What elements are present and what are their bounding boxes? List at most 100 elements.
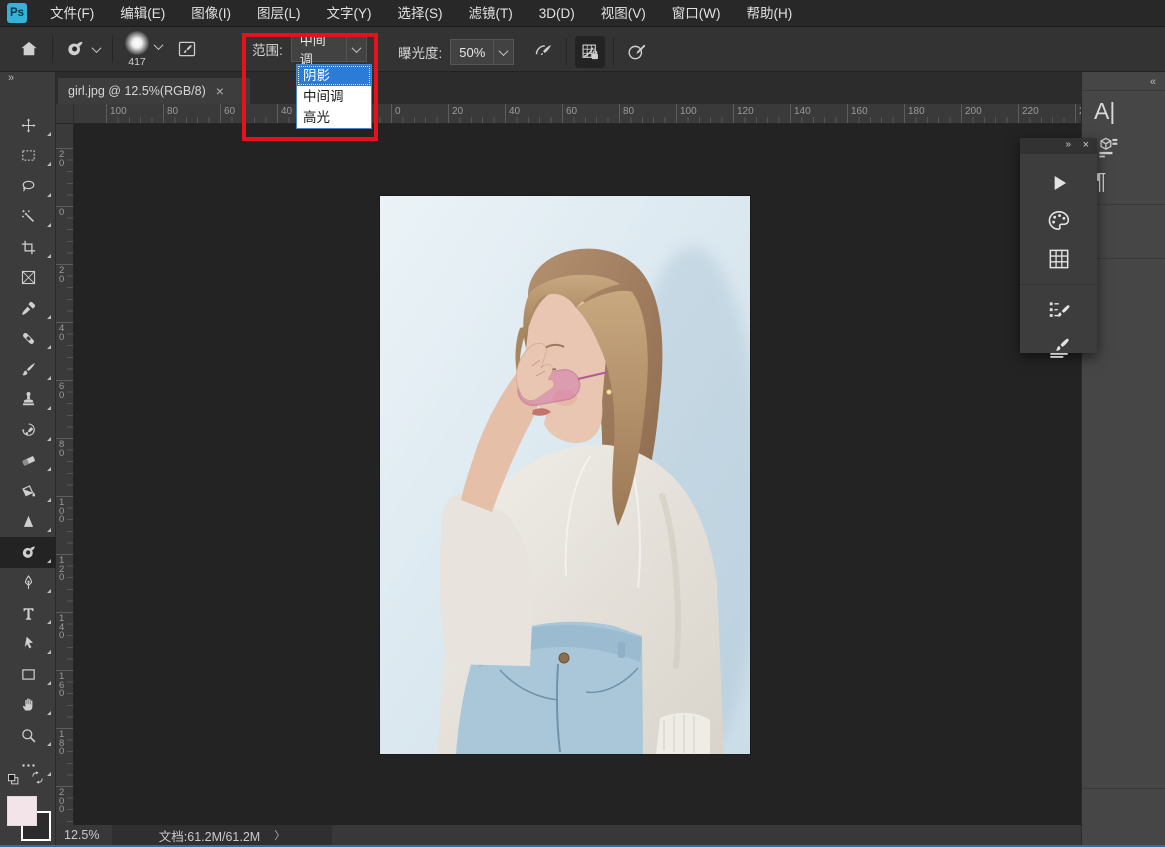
menu-item[interactable]: 选择(S) — [385, 0, 456, 27]
lasso-tool[interactable] — [0, 171, 56, 202]
document-tab-title: girl.jpg @ 12.5%(RGB/8) — [68, 84, 206, 98]
ruler-number: 0 — [395, 106, 401, 117]
ruler-number: 20 — [452, 106, 463, 117]
exposure-value: 50% — [451, 45, 493, 60]
frame-tool[interactable] — [0, 263, 56, 294]
tab-close-icon[interactable]: × — [216, 84, 224, 98]
ruler-number: 160 — [851, 106, 868, 117]
move-tool[interactable] — [0, 110, 56, 141]
menu-item[interactable]: 文字(Y) — [314, 0, 385, 27]
grid-icon[interactable] — [1046, 246, 1072, 272]
sharpen-tool[interactable] — [0, 507, 56, 538]
dock-collapse-button[interactable]: « — [1150, 76, 1157, 88]
3d-panel[interactable] — [1094, 134, 1120, 165]
eyedropper-tool[interactable] — [0, 293, 56, 324]
character-panel[interactable]: A| — [1094, 98, 1115, 125]
crop-tool[interactable] — [0, 232, 56, 263]
menu-item[interactable]: 图像(I) — [178, 0, 244, 27]
default-colors-icon[interactable] — [6, 772, 21, 787]
frame-tool-icon — [20, 269, 37, 286]
ruler-number: 8 0 — [59, 441, 64, 458]
home-button[interactable] — [14, 33, 44, 65]
airbrush-icon — [533, 42, 554, 63]
paint-bucket-tool-icon — [20, 483, 37, 500]
document-tab[interactable]: girl.jpg @ 12.5%(RGB/8) × — [58, 78, 250, 104]
type-tool[interactable] — [0, 598, 56, 629]
burn-tool-icon — [20, 544, 37, 561]
magic-wand-tool-icon — [20, 208, 37, 225]
brushes-icon[interactable] — [1046, 335, 1072, 361]
toolbar: » — [0, 72, 56, 847]
menu-item[interactable]: 帮助(H) — [733, 0, 805, 27]
swap-colors-icon[interactable] — [30, 770, 45, 785]
airbrush-toggle[interactable] — [528, 36, 558, 68]
brush-preview — [125, 31, 149, 55]
menu-item[interactable]: 3D(D) — [526, 0, 588, 27]
dropdown-option[interactable]: 阴影 — [297, 65, 371, 86]
zoom-tool[interactable] — [0, 720, 56, 751]
ruler-number: 200 — [965, 106, 982, 117]
dropdown-option[interactable]: 中间调 — [297, 86, 371, 107]
pressure-icon — [627, 42, 648, 63]
zoom-level-field[interactable]: 12.5% — [64, 828, 110, 842]
ruler-number: 1 8 0 — [59, 731, 64, 757]
exposure-select[interactable]: 50% — [450, 39, 514, 65]
canvas-area[interactable] — [74, 124, 1081, 825]
menu-item[interactable]: 文件(F) — [37, 0, 107, 27]
eraser-tool[interactable] — [0, 446, 56, 477]
horizontal-ruler[interactable]: 1008060402002040608010012014016018020022… — [56, 104, 1081, 124]
floating-panel-header[interactable]: » × — [1020, 138, 1097, 154]
home-icon — [19, 39, 39, 59]
clone-stamp-tool[interactable] — [0, 385, 56, 416]
brush-size: 417 — [128, 56, 146, 68]
brush-panel-icon — [177, 39, 197, 59]
range-select[interactable]: 中间调 — [291, 36, 367, 62]
document-size-text: 文档:61.2M/61.2M — [159, 826, 260, 845]
status-expand-icon[interactable]: 〉 — [274, 827, 285, 843]
brush-tool[interactable] — [0, 354, 56, 385]
panel-collapse-button[interactable]: » — [1065, 139, 1071, 150]
actions-play-icon[interactable] — [1046, 170, 1072, 196]
options-bar: 417 范围: 中间调 曝光度: 50% — [0, 27, 1165, 72]
tool-preset-button[interactable] — [61, 33, 104, 65]
rectangle-tool[interactable] — [0, 659, 56, 690]
path-selection-tool-icon — [20, 635, 37, 652]
brush-settings-icon[interactable] — [1046, 297, 1072, 323]
document-info[interactable]: 文档:61.2M/61.2M 〉 — [112, 825, 332, 845]
ruler-number: 1 4 0 — [59, 615, 64, 641]
palette-icon[interactable] — [1046, 208, 1072, 234]
photoshop-logo-icon: Ps — [7, 3, 27, 23]
foreground-color-swatch[interactable] — [7, 796, 37, 826]
vertical-ruler[interactable]: 2 002 04 06 08 01 0 01 2 01 4 01 6 01 8 … — [56, 124, 74, 825]
range-value: 中间调 — [292, 30, 346, 68]
menu-item[interactable]: 编辑(E) — [107, 0, 178, 27]
menu-item[interactable]: 图层(L) — [244, 0, 314, 27]
menu-bar: Ps 文件(F)编辑(E)图像(I)图层(L)文字(Y)选择(S)滤镜(T)3D… — [0, 0, 1165, 27]
menu-item[interactable]: 滤镜(T) — [456, 0, 526, 27]
history-brush-tool-icon — [20, 422, 37, 439]
toolbar-collapse-button[interactable]: » — [8, 72, 15, 84]
protect-tones-toggle[interactable] — [575, 36, 605, 68]
path-selection-tool[interactable] — [0, 629, 56, 660]
pen-tool[interactable] — [0, 568, 56, 599]
eyedropper-tool-icon — [20, 300, 37, 317]
marquee-tool[interactable] — [0, 141, 56, 172]
hand-tool[interactable] — [0, 690, 56, 721]
healing-brush-tool-icon — [20, 330, 37, 347]
pressure-size-toggle[interactable] — [622, 36, 652, 68]
healing-brush-tool[interactable] — [0, 324, 56, 355]
marquee-tool-icon — [20, 147, 37, 164]
brush-preset-picker[interactable]: 417 — [121, 30, 166, 68]
menu-items: 文件(F)编辑(E)图像(I)图层(L)文字(Y)选择(S)滤镜(T)3D(D)… — [37, 0, 805, 27]
burn-tool[interactable] — [0, 537, 56, 568]
panel-close-icon[interactable]: × — [1083, 139, 1089, 151]
menu-item[interactable]: 视图(V) — [588, 0, 659, 27]
toggle-brush-settings-button[interactable] — [172, 33, 202, 65]
exposure-label: 曝光度: — [398, 42, 442, 62]
paint-bucket-tool[interactable] — [0, 476, 56, 507]
history-brush-tool[interactable] — [0, 415, 56, 446]
menu-item[interactable]: 窗口(W) — [659, 0, 734, 27]
dropdown-option[interactable]: 高光 — [297, 107, 371, 128]
ruler-number: 2 0 0 — [59, 789, 64, 815]
magic-wand-tool[interactable] — [0, 202, 56, 233]
